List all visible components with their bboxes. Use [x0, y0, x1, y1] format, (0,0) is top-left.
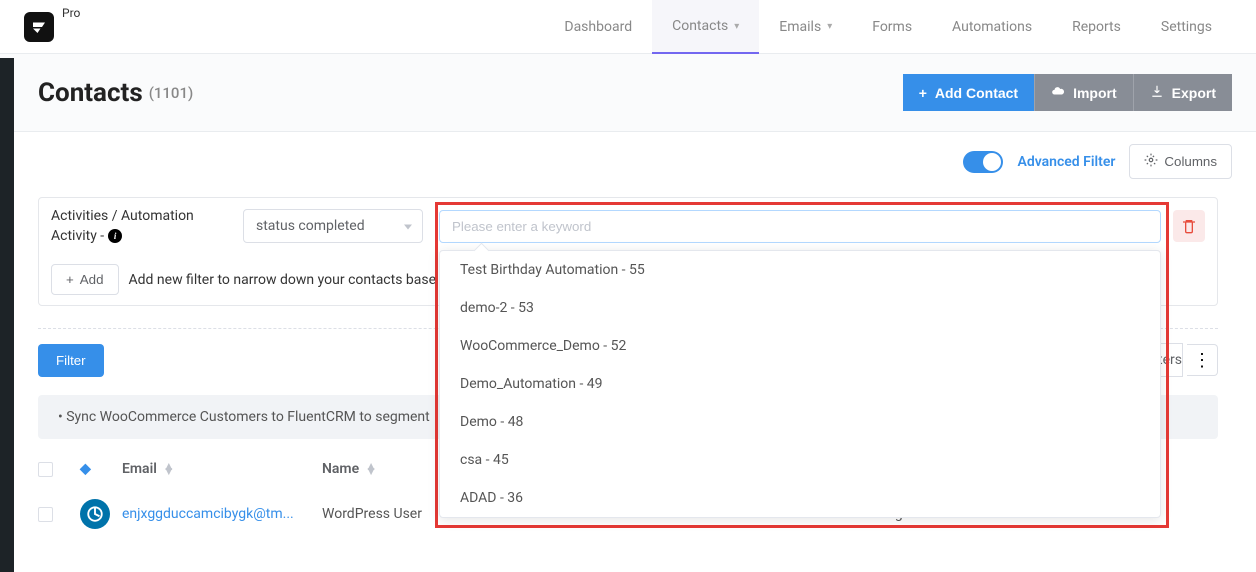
nav-contacts[interactable]: Contacts▾	[652, 0, 759, 54]
delete-filter-button[interactable]	[1173, 210, 1205, 242]
plus-icon: +	[66, 272, 74, 287]
col-email[interactable]: Email▲▼	[122, 461, 322, 477]
dropdown-option[interactable]: WooCommerce_Demo - 52	[440, 327, 1160, 365]
advanced-filter-label[interactable]: Advanced Filter	[1017, 154, 1115, 170]
filter-section-label: Activities / Automation Activity -i	[51, 208, 231, 244]
nav-reports[interactable]: Reports	[1052, 0, 1141, 53]
top-nav: Pro Dashboard Contacts▾ Emails▾ Forms Au…	[0, 0, 1256, 54]
page-count: (1101)	[149, 84, 194, 102]
chevron-down-icon: ▾	[827, 21, 832, 32]
select-all-checkbox[interactable]	[38, 462, 53, 477]
dropdown-option[interactable]: Test Birthday Automation - 55	[440, 251, 1160, 289]
add-filter-hint: Add new filter to narrow down your conta…	[129, 272, 437, 288]
apply-filter-button[interactable]: Filter	[38, 344, 104, 377]
info-icon[interactable]: i	[108, 229, 122, 243]
columns-button[interactable]: Columns	[1129, 144, 1232, 179]
advanced-filter-toggle[interactable]	[963, 151, 1003, 173]
avatar	[80, 499, 110, 529]
dropdown-option[interactable]: Demo - 48	[440, 403, 1160, 441]
keyword-search-input[interactable]	[439, 210, 1161, 243]
sort-arrows-icon: ▲▼	[365, 464, 377, 474]
nav-emails[interactable]: Emails▾	[759, 0, 852, 53]
add-filter-button[interactable]: +Add	[51, 264, 119, 295]
cloud-icon	[1051, 84, 1065, 101]
status-select[interactable]: status completed	[243, 209, 423, 243]
dropdown-option[interactable]: demo-2 - 53	[440, 289, 1160, 327]
download-icon	[1150, 84, 1164, 101]
nav-settings[interactable]: Settings	[1141, 0, 1232, 53]
import-button[interactable]: Import	[1034, 74, 1133, 111]
wp-admin-sidebar-strip	[0, 58, 14, 572]
contact-email-link[interactable]: enjxggduccamcibygk@tm...	[122, 506, 322, 522]
nav-dashboard[interactable]: Dashboard	[544, 0, 652, 53]
nav-forms[interactable]: Forms	[852, 0, 932, 53]
more-options-button[interactable]: ⋮	[1187, 344, 1218, 376]
page-header: Contacts (1101) +Add Contact Import Expo…	[0, 54, 1256, 132]
toolbar-secondary: Advanced Filter Columns	[0, 132, 1256, 191]
row-checkbox[interactable]	[38, 507, 53, 522]
automation-dropdown: Test Birthday Automation - 55 demo-2 - 5…	[439, 250, 1161, 518]
page-title: Contacts	[38, 78, 143, 108]
dropdown-option[interactable]: csa - 45	[440, 441, 1160, 479]
filter-panel: Activities / Automation Activity -i stat…	[38, 197, 1218, 306]
pro-badge: Pro	[62, 6, 80, 20]
dropdown-option[interactable]: Demo_Automation - 49	[440, 365, 1160, 403]
gear-icon	[1144, 153, 1158, 170]
nav-automations[interactable]: Automations	[932, 0, 1052, 53]
app-logo[interactable]	[24, 12, 54, 42]
add-contact-button[interactable]: +Add Contact	[903, 74, 1034, 111]
chevron-down-icon: ▾	[734, 21, 739, 32]
sort-arrows-icon: ▲▼	[163, 464, 175, 474]
export-button[interactable]: Export	[1133, 74, 1232, 111]
plus-icon: +	[919, 85, 927, 101]
sort-indicator-icon[interactable]: ◆	[80, 461, 122, 477]
dropdown-option[interactable]: ADAD - 36	[440, 479, 1160, 517]
